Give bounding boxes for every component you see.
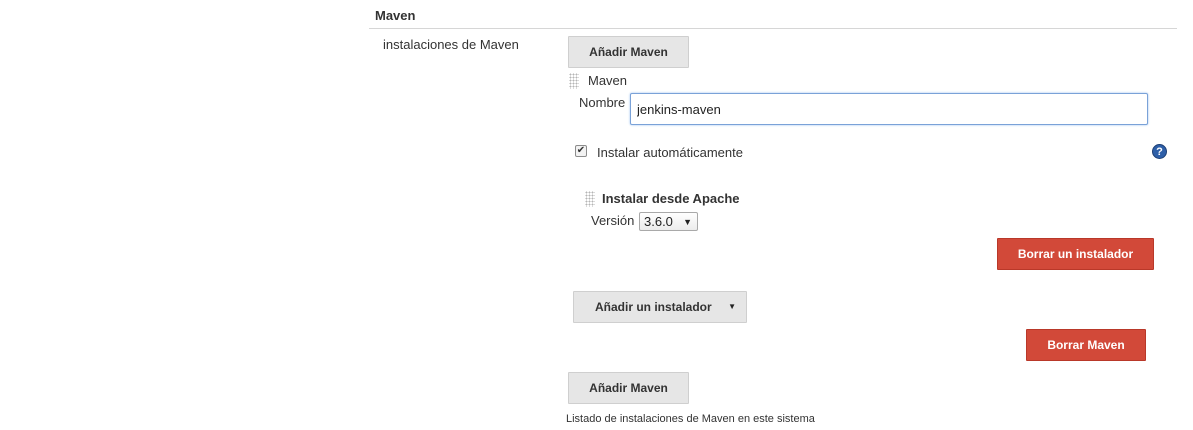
drag-handle-icon[interactable] <box>585 191 595 207</box>
help-footnote: Listado de instalaciones de Maven en est… <box>566 413 815 425</box>
add-maven-button[interactable]: Añadir Maven <box>568 372 689 404</box>
name-input[interactable] <box>630 93 1148 125</box>
section-title: Maven <box>375 8 416 23</box>
checkmark-icon: ✔ <box>576 145 586 156</box>
auto-install-label: Instalar automáticamente <box>597 145 743 160</box>
add-maven-button[interactable]: Añadir Maven <box>568 36 689 68</box>
maven-installations-label: instalaciones de Maven <box>383 37 519 52</box>
installer-title: Instalar desde Apache <box>602 191 740 206</box>
maven-block-header: Maven <box>588 73 628 88</box>
caret-down-icon: ▼ <box>728 302 736 311</box>
section-divider <box>369 28 1177 29</box>
caret-down-icon: ▼ <box>683 216 692 227</box>
help-icon[interactable]: ? <box>1152 144 1167 159</box>
add-installer-label: Añadir un instalador <box>595 300 712 314</box>
version-value: 3.6.0 <box>644 214 673 229</box>
delete-installer-button[interactable]: Borrar un instalador <box>997 238 1154 270</box>
version-select[interactable]: 3.6.0 ▼ <box>639 212 698 231</box>
delete-maven-button[interactable]: Borrar Maven <box>1026 329 1146 361</box>
auto-install-checkbox[interactable]: ✔ <box>575 145 587 157</box>
name-label: Nombre <box>579 95 626 110</box>
version-label: Versión <box>591 213 635 228</box>
add-installer-button[interactable]: Añadir un instalador ▼ <box>573 291 747 323</box>
drag-handle-icon[interactable] <box>569 73 579 89</box>
